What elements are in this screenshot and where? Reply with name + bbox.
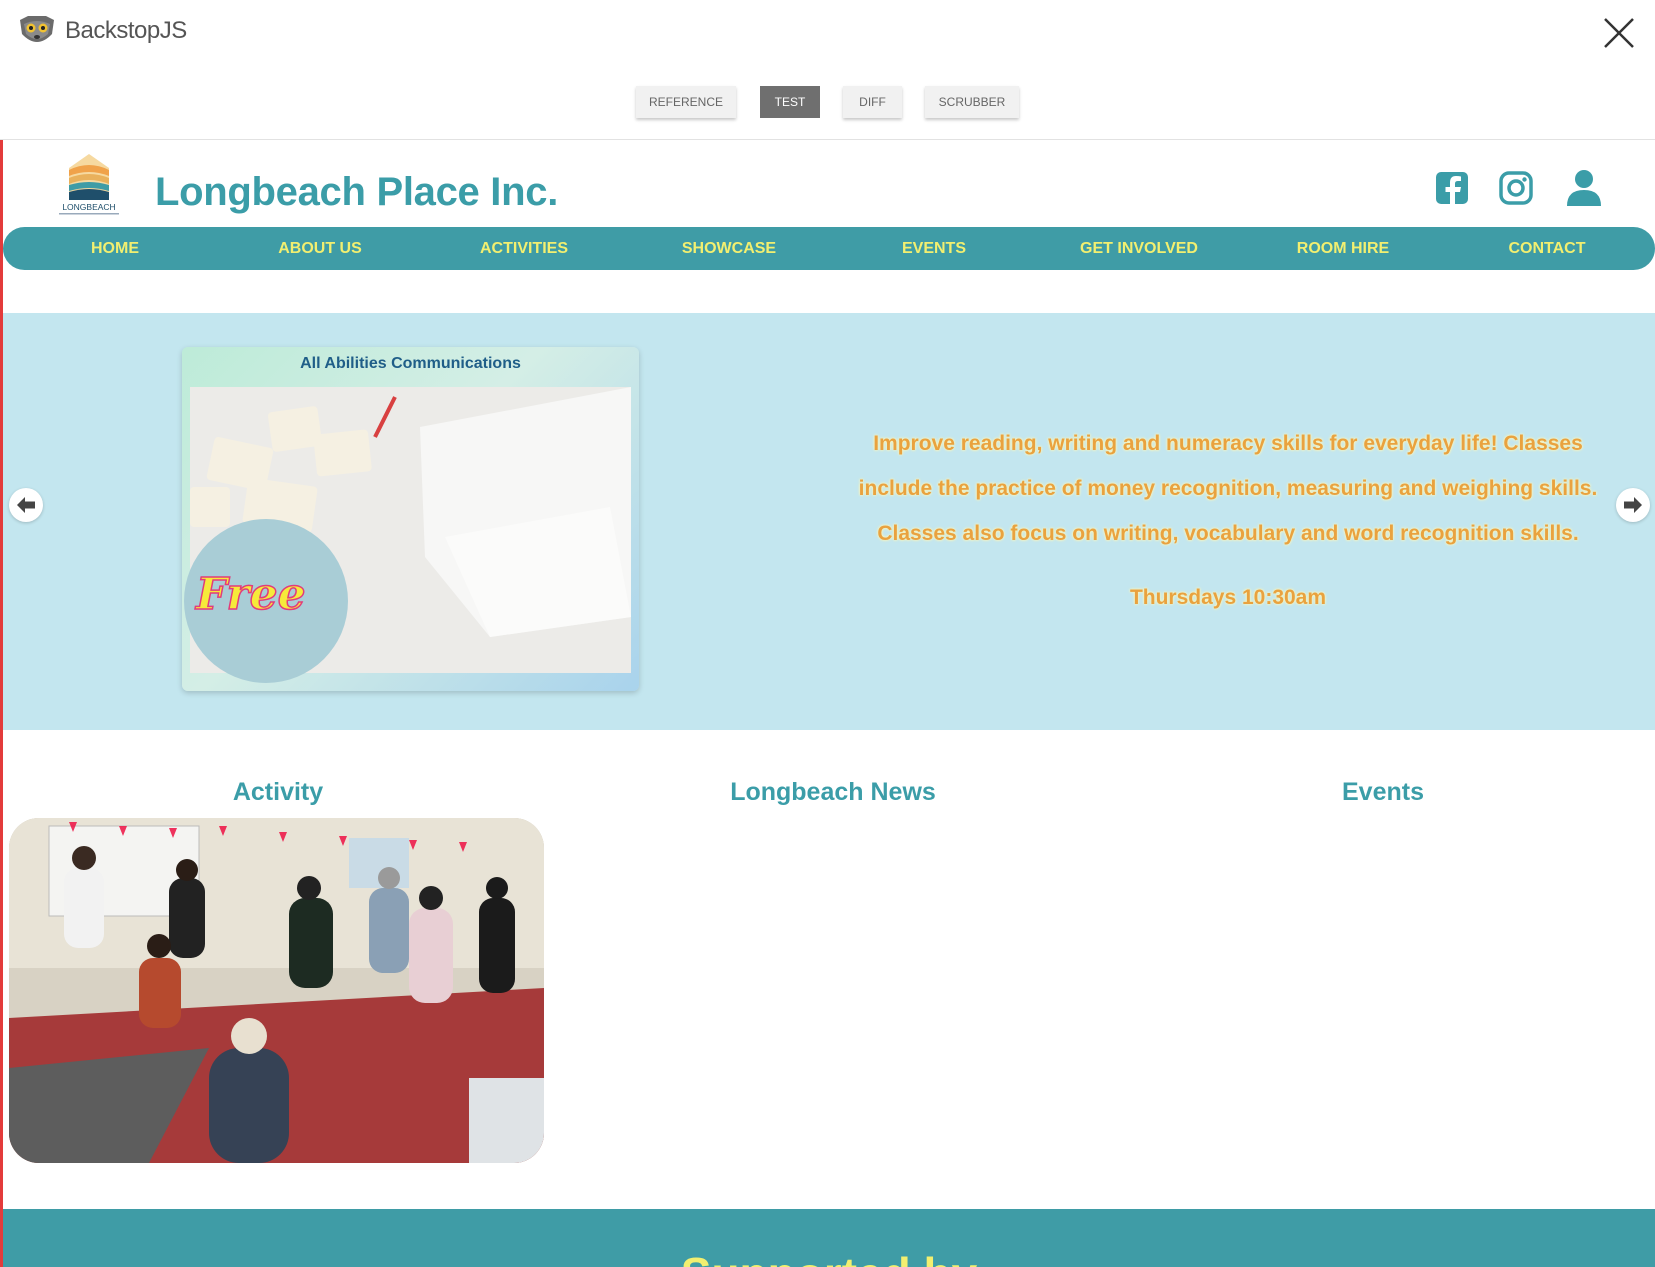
user-icon[interactable] bbox=[1564, 168, 1604, 208]
tab-diff[interactable]: DIFF bbox=[843, 86, 902, 118]
instagram-icon[interactable] bbox=[1497, 168, 1535, 208]
prev-slide-button[interactable] bbox=[9, 488, 43, 522]
longbeach-logo[interactable]: LONGBEACH bbox=[51, 152, 127, 218]
nav-events[interactable]: EVENTS bbox=[864, 227, 1004, 270]
activity-photo[interactable] bbox=[9, 818, 544, 1163]
close-icon[interactable] bbox=[1602, 16, 1636, 50]
logo-wordmark: LONGBEACH bbox=[62, 202, 115, 212]
tab-reference[interactable]: REFERENCE bbox=[636, 86, 736, 118]
app-title: BackstopJS bbox=[65, 17, 187, 44]
screenshot-frame: LONGBEACH Longbeach Place Inc. HOME ABOU… bbox=[0, 140, 1655, 1267]
next-slide-button[interactable] bbox=[1616, 488, 1650, 522]
tab-scrubber[interactable]: SCRUBBER bbox=[925, 86, 1019, 118]
free-badge: Free bbox=[195, 568, 306, 621]
news-heading: Longbeach News bbox=[730, 778, 936, 806]
supported-by-heading: Supported by bbox=[3, 1247, 1655, 1267]
hero-description: Improve reading, writing and numeracy sk… bbox=[858, 432, 1598, 545]
nav-home[interactable]: HOME bbox=[55, 227, 175, 270]
slide-card[interactable]: All Abilities Communications Free bbox=[182, 347, 639, 691]
nav-contact[interactable]: CONTACT bbox=[1467, 227, 1627, 270]
facebook-icon[interactable] bbox=[1433, 168, 1471, 208]
nav-room-hire[interactable]: ROOM HIRE bbox=[1263, 227, 1423, 270]
nav-about-us[interactable]: ABOUT US bbox=[250, 227, 390, 270]
hero-slider: All Abilities Communications Free Improv… bbox=[3, 313, 1655, 730]
activity-heading: Activity bbox=[232, 778, 324, 806]
site-title: Longbeach Place Inc. bbox=[155, 170, 559, 214]
arrow-right-icon bbox=[1617, 489, 1649, 521]
backstop-header: BackstopJS REFERENCE TEST DIFF SCRUBBER bbox=[0, 0, 1655, 140]
hero-time: Thursdays 10:30am bbox=[1129, 586, 1327, 609]
nav-showcase[interactable]: SHOWCASE bbox=[659, 227, 799, 270]
slide-card-title: All Abilities Communications bbox=[300, 355, 521, 372]
main-nav: HOME ABOUT US ACTIVITIES SHOWCASE EVENTS… bbox=[3, 227, 1655, 270]
arrow-left-icon bbox=[10, 489, 42, 521]
supported-by-section: Supported by bbox=[3, 1209, 1655, 1267]
events-heading: Events bbox=[1342, 778, 1424, 806]
nav-get-involved[interactable]: GET INVOLVED bbox=[1049, 227, 1229, 270]
view-tabs: REFERENCE TEST DIFF SCRUBBER bbox=[0, 86, 1655, 118]
tab-test[interactable]: TEST bbox=[760, 86, 820, 118]
nav-activities[interactable]: ACTIVITIES bbox=[454, 227, 594, 270]
lemur-logo-icon bbox=[20, 16, 54, 42]
